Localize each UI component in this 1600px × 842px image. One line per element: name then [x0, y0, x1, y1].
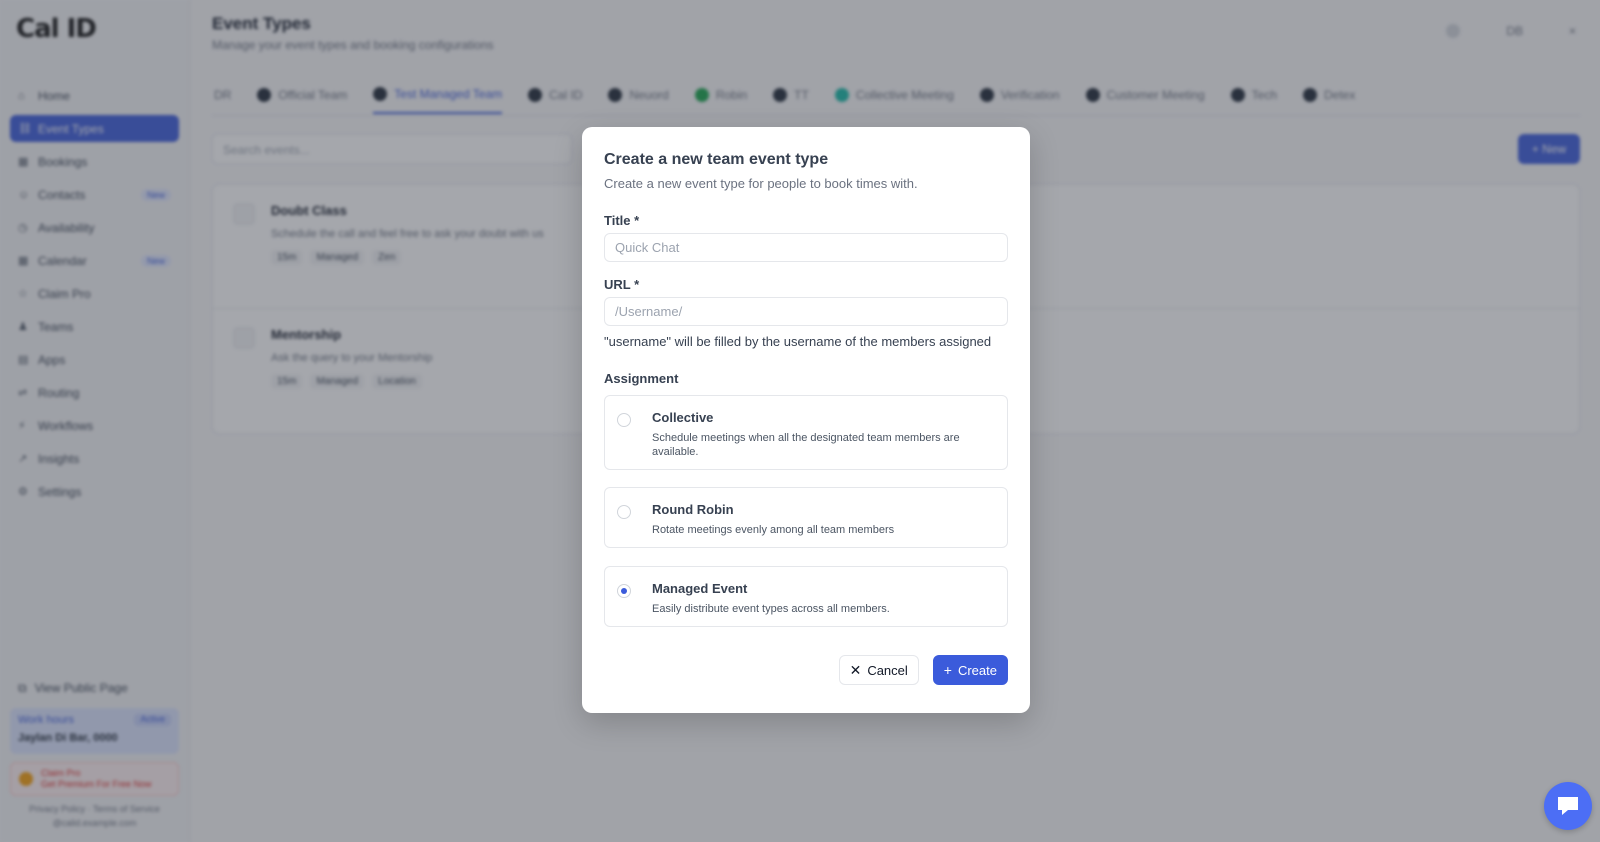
support-chat-button[interactable] — [1544, 782, 1592, 830]
close-icon: ✕ — [849, 662, 862, 678]
option-description: Rotate meetings evenly among all team me… — [652, 524, 895, 536]
chat-icon — [1558, 797, 1578, 815]
assignment-option-collective[interactable]: Collective Schedule meetings when all th… — [604, 395, 1008, 470]
assignment-option-managed-event[interactable]: Managed Event Easily distribute event ty… — [604, 566, 1008, 627]
option-title: Round Robin — [652, 502, 734, 517]
url-label: URL * — [604, 277, 640, 292]
title-label: Title * — [604, 213, 640, 228]
create-button[interactable]: + Create — [932, 655, 1008, 685]
round-robin-radio[interactable] — [617, 505, 631, 519]
assignment-option-round-robin[interactable]: Round Robin Rotate meetings evenly among… — [604, 487, 1008, 548]
url-hint: "username" will be filled by the usernam… — [604, 334, 992, 349]
cancel-button[interactable]: ✕ Cancel — [838, 655, 919, 685]
option-description: Easily distribute event types across all… — [652, 603, 890, 615]
managed-event-radio[interactable] — [617, 584, 631, 598]
option-title: Managed Event — [652, 581, 748, 596]
url-input[interactable] — [604, 297, 1008, 326]
title-input[interactable] — [604, 233, 1008, 262]
dialog-title: Create a new team event type — [604, 151, 829, 168]
option-description: Schedule meetings when all the designate… — [652, 432, 960, 458]
collective-radio[interactable] — [617, 413, 631, 427]
create-team-event-dialog: Create a new team event type Create a ne… — [582, 127, 1030, 713]
plus-icon: + — [943, 662, 952, 678]
dialog-actions: ✕ Cancel + Create — [604, 655, 1008, 685]
dialog-subtitle: Create a new event type for people to bo… — [604, 176, 918, 191]
assignment-label: Assignment — [604, 371, 679, 386]
option-title: Collective — [652, 410, 714, 425]
